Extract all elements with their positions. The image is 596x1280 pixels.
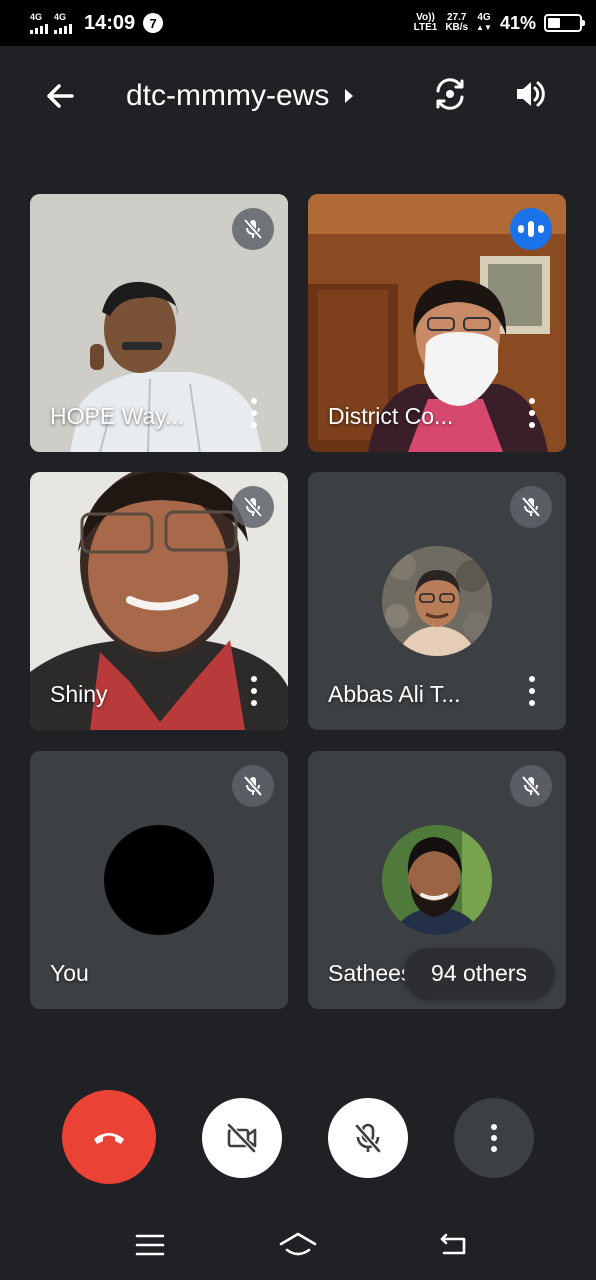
sim1-network-label: 4G bbox=[30, 11, 43, 22]
participant-tile[interactable]: HOPE Way... bbox=[30, 194, 288, 452]
participant-menu-button[interactable] bbox=[246, 398, 262, 428]
participant-avatar bbox=[382, 546, 492, 656]
participant-menu-button[interactable] bbox=[524, 398, 540, 428]
meeting-title-button[interactable]: dtc-mmmy-ews bbox=[126, 76, 354, 116]
mic-muted-badge bbox=[232, 765, 274, 807]
mic-toggle-button[interactable] bbox=[328, 1098, 408, 1178]
home-icon bbox=[279, 1232, 317, 1256]
chevron-right-icon bbox=[345, 89, 354, 103]
avatar-photo bbox=[382, 825, 492, 935]
volte-bottom-label: LTE1 bbox=[413, 22, 438, 33]
mic-muted-badge bbox=[232, 486, 274, 528]
back-nav-button[interactable] bbox=[434, 1228, 474, 1262]
avatar-photo bbox=[382, 546, 492, 656]
switch-camera-icon bbox=[436, 78, 464, 110]
mic-muted-badge bbox=[232, 208, 274, 250]
video-off-icon bbox=[227, 1123, 257, 1153]
battery-fill bbox=[548, 18, 561, 28]
mic-off-icon bbox=[521, 496, 541, 518]
participant-menu-button[interactable] bbox=[524, 676, 540, 706]
participant-tile[interactable]: District Co... bbox=[308, 194, 566, 452]
switch-camera-button[interactable] bbox=[430, 74, 470, 114]
back-nav-icon bbox=[440, 1233, 466, 1255]
end-call-button[interactable] bbox=[62, 1090, 156, 1184]
others-count-label: 94 others bbox=[431, 959, 527, 986]
menu-icon bbox=[135, 1234, 165, 1256]
participant-avatar bbox=[382, 825, 492, 935]
arrow-left-icon bbox=[47, 84, 74, 108]
back-button[interactable] bbox=[40, 76, 80, 116]
mic-muted-badge bbox=[510, 486, 552, 528]
signal-bars-icon bbox=[54, 23, 72, 34]
participant-menu-button[interactable] bbox=[246, 676, 262, 706]
sim1-signal: 4G bbox=[30, 11, 48, 34]
participant-tile[interactable]: Abbas Ali T... bbox=[308, 472, 566, 730]
participant-name: Shiny bbox=[50, 681, 108, 707]
self-avatar bbox=[104, 825, 214, 935]
sim2-signal: 4G bbox=[54, 11, 72, 34]
mic-off-icon bbox=[243, 218, 263, 240]
volte-indicator: Vo)) LTE1 bbox=[414, 13, 438, 33]
participant-tile[interactable]: Shiny bbox=[30, 472, 288, 730]
battery-percent: 41% bbox=[499, 12, 536, 33]
sim2-network-label: 4G bbox=[54, 11, 67, 22]
status-clock: 14:09 bbox=[84, 11, 136, 34]
participant-name: HOPE Way... bbox=[50, 403, 185, 429]
self-tile[interactable]: You bbox=[30, 751, 288, 1009]
mic-off-icon bbox=[521, 775, 541, 797]
notification-count-badge: 7 bbox=[143, 13, 164, 33]
more-vert-icon bbox=[491, 1124, 497, 1152]
speaking-indicator-badge bbox=[510, 208, 552, 250]
meeting-code: dtc-mmmy-ews bbox=[126, 79, 330, 112]
participant-name: Abbas Ali T... bbox=[328, 681, 461, 707]
data-arrows-icon: ▲▼ bbox=[476, 23, 492, 32]
others-count-button[interactable]: 94 others bbox=[404, 948, 554, 998]
meeting-top-bar: dtc-mmmy-ews bbox=[0, 46, 596, 142]
participant-name: District Co... bbox=[328, 403, 454, 429]
mic-muted-badge bbox=[510, 765, 552, 807]
speed-unit: KB/s bbox=[445, 22, 469, 33]
status-bar: 4G 4G 14:09 7 Vo)) LTE1 27.7 KB/s 4G ▲▼ … bbox=[0, 0, 596, 46]
mic-off-icon bbox=[243, 775, 263, 797]
system-nav-bar bbox=[0, 1210, 596, 1280]
network-type-label: 4G bbox=[477, 12, 491, 23]
camera-toggle-button[interactable] bbox=[202, 1098, 282, 1178]
mic-off-icon bbox=[355, 1123, 381, 1153]
status-right-group: Vo)) LTE1 27.7 KB/s 4G ▲▼ 41% bbox=[414, 12, 585, 34]
mic-off-icon bbox=[243, 496, 263, 518]
phone-hangup-icon bbox=[94, 1133, 124, 1144]
signal-bars-icon bbox=[30, 23, 48, 34]
more-options-button[interactable] bbox=[454, 1098, 534, 1178]
network-type-indicator: 4G ▲▼ bbox=[476, 13, 492, 33]
participant-name: Sathees bbox=[328, 960, 413, 986]
home-button[interactable] bbox=[278, 1228, 318, 1262]
recents-button[interactable] bbox=[130, 1228, 170, 1262]
battery-icon bbox=[544, 14, 585, 32]
participant-name: You bbox=[50, 960, 89, 986]
network-speed: 27.7 KB/s bbox=[445, 13, 468, 33]
speaker-icon bbox=[517, 81, 545, 107]
speaker-button[interactable] bbox=[510, 74, 550, 114]
